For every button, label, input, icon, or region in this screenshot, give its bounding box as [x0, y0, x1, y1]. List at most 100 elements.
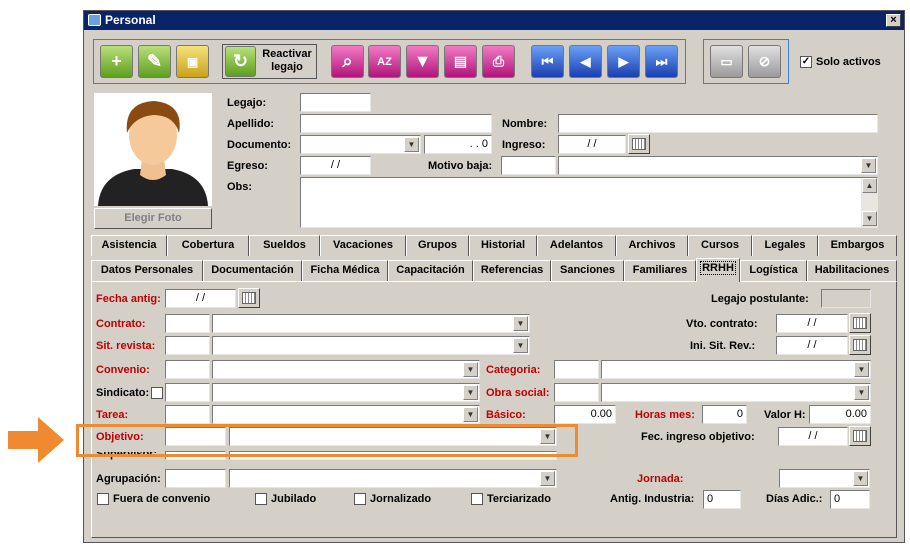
fec-ingreso-objetivo-calendar-button[interactable]: [849, 426, 871, 446]
filter-button[interactable]: ▼: [406, 45, 439, 78]
tab-capacitacion[interactable]: Capacitación: [388, 260, 473, 281]
cancel-button[interactable]: ⊘: [748, 45, 781, 78]
tab-familiares[interactable]: Familiares: [624, 260, 696, 281]
motivo-baja-code-input[interactable]: [501, 156, 556, 175]
ini-sit-rev-calendar-button[interactable]: [849, 335, 871, 355]
dias-adic-input[interactable]: 0: [830, 490, 870, 509]
tab-sueldos[interactable]: Sueldos: [249, 235, 320, 256]
egreso-label: Egreso:: [227, 160, 268, 172]
valor-h-label: Valor H:: [764, 409, 806, 421]
valor-h-input[interactable]: 0.00: [809, 405, 871, 424]
secondary-toolbar: ▭ ⊘: [703, 39, 789, 84]
jornalizado-checkbox[interactable]: [354, 493, 366, 505]
categoria-code-input[interactable]: [554, 360, 599, 379]
first-record-button[interactable]: ⏮: [531, 45, 564, 78]
egreso-input[interactable]: / /: [300, 156, 371, 175]
tab-logistica[interactable]: Logística: [740, 260, 807, 281]
basico-input[interactable]: 0.00: [554, 405, 616, 424]
tab-habilitaciones[interactable]: Habilitaciones: [807, 260, 897, 281]
fecha-antig-label: Fecha antig:: [96, 293, 161, 305]
solo-activos-checkbox[interactable]: ✓: [800, 56, 812, 68]
obs-textarea[interactable]: ▲ ▼: [300, 177, 878, 228]
reactivar-legajo-button[interactable]: ↻ Reactivar legajo: [222, 44, 317, 79]
tab-adelantos[interactable]: Adelantos: [537, 235, 616, 256]
vto-contrato-calendar-button[interactable]: [849, 313, 871, 333]
contrato-code-input[interactable]: [165, 314, 210, 333]
tarea-label: Tarea:: [96, 409, 129, 421]
jubilado-checkbox[interactable]: [255, 493, 267, 505]
elegir-foto-button[interactable]: Elegir Foto: [94, 208, 212, 229]
tab-embargos[interactable]: Embargos: [818, 235, 897, 256]
tab-archivos[interactable]: Archivos: [616, 235, 688, 256]
tab-referencias[interactable]: Referencias: [473, 260, 551, 281]
tercerizado-checkbox[interactable]: [471, 493, 483, 505]
ingreso-input[interactable]: / /: [558, 135, 626, 154]
sindicato-checkbox[interactable]: [151, 387, 163, 399]
add-button[interactable]: +: [100, 45, 133, 78]
tab-sanciones[interactable]: Sanciones: [551, 260, 624, 281]
nombre-input[interactable]: [558, 114, 878, 133]
tarea-code-input[interactable]: [165, 405, 210, 424]
sort-button[interactable]: AZ: [368, 45, 401, 78]
window-title: Personal: [105, 13, 156, 27]
tab-legales[interactable]: Legales: [752, 235, 818, 256]
next-record-button[interactable]: ▶: [607, 45, 640, 78]
fuera-convenio-checkbox[interactable]: [97, 493, 109, 505]
documento-tipo-select[interactable]: ▼: [300, 135, 421, 154]
tab-rrhh[interactable]: RRHH: [696, 258, 740, 282]
last-record-button[interactable]: ⏭: [645, 45, 678, 78]
tab-cursos[interactable]: Cursos: [688, 235, 752, 256]
horas-mes-input[interactable]: 0: [702, 405, 747, 424]
pencil-icon: ✎: [146, 51, 163, 71]
report-button[interactable]: ▤: [444, 45, 477, 78]
tab-documentacion[interactable]: Documentación: [203, 260, 302, 281]
delete-button[interactable]: ▣: [176, 45, 209, 78]
chevron-down-icon: ▼: [513, 316, 528, 331]
search-button[interactable]: ⌕: [331, 45, 364, 78]
agrupacion-select[interactable]: ▼: [229, 469, 557, 488]
tab-asistencia[interactable]: Asistencia: [91, 235, 167, 256]
motivo-baja-label: Motivo baja:: [428, 160, 493, 172]
jornada-label: Jornada:: [637, 473, 684, 485]
contrato-select[interactable]: ▼: [212, 314, 530, 333]
obs-scrollbar[interactable]: ▲ ▼: [861, 178, 877, 227]
magnifier-icon: ⌕: [342, 51, 353, 71]
prev-record-button[interactable]: ◀: [569, 45, 602, 78]
obra-social-code-input[interactable]: [554, 383, 599, 402]
close-button[interactable]: ×: [886, 14, 901, 27]
tab-grupos[interactable]: Grupos: [406, 235, 469, 256]
documento-numero-input[interactable]: . . 0: [424, 135, 492, 154]
convenio-select[interactable]: ▼: [212, 360, 480, 379]
jornada-select[interactable]: ▼: [779, 469, 870, 488]
tab-cobertura[interactable]: Cobertura: [167, 235, 249, 256]
agrupacion-code-input[interactable]: [165, 469, 226, 488]
fecha-antig-input[interactable]: / /: [165, 289, 236, 308]
print-button[interactable]: ⎙: [482, 45, 515, 78]
tab-historial[interactable]: Historial: [469, 235, 537, 256]
motivo-baja-select[interactable]: ▼: [558, 156, 878, 175]
obra-social-select[interactable]: ▼: [601, 383, 871, 402]
ingreso-calendar-button[interactable]: [628, 134, 650, 154]
save-button[interactable]: ▭: [710, 45, 743, 78]
tab-datos-personales[interactable]: Datos Personales: [91, 260, 203, 281]
legajo-postulante-input: [821, 289, 871, 308]
sit-revista-select[interactable]: ▼: [212, 336, 530, 355]
convenio-code-input[interactable]: [165, 360, 210, 379]
fecha-antig-calendar-button[interactable]: [238, 288, 260, 308]
tab-vacaciones[interactable]: Vacaciones: [320, 235, 406, 256]
sindicato-select[interactable]: ▼: [212, 383, 480, 402]
categoria-select[interactable]: ▼: [601, 360, 871, 379]
tab-ficha-medica[interactable]: Ficha Médica: [302, 260, 388, 281]
sindicato-code-input[interactable]: [165, 383, 210, 402]
antig-industria-input[interactable]: 0: [703, 490, 741, 509]
legajo-input[interactable]: [300, 93, 371, 112]
vto-contrato-input[interactable]: / /: [776, 314, 848, 333]
edit-button[interactable]: ✎: [138, 45, 171, 78]
fec-ingreso-objetivo-input[interactable]: / /: [778, 427, 848, 446]
sit-revista-code-input[interactable]: [165, 336, 210, 355]
basico-label: Básico:: [486, 409, 526, 421]
ini-sit-rev-input[interactable]: / /: [776, 336, 848, 355]
obra-social-label: Obra social:: [486, 387, 550, 399]
tarea-select[interactable]: ▼: [212, 405, 480, 424]
apellido-input[interactable]: [300, 114, 492, 133]
